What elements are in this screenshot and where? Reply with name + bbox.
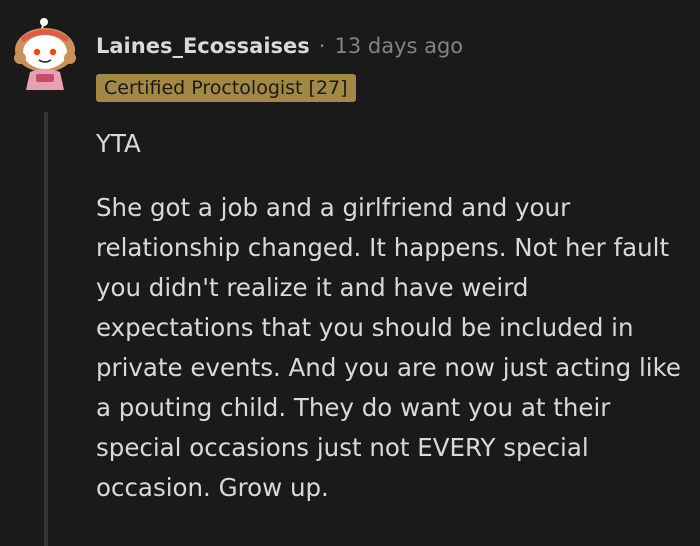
thread-collapse-line[interactable] (44, 112, 48, 546)
snoo-avatar-icon[interactable] (12, 14, 82, 92)
comment-paragraph: She got a job and a girlfriend and your … (96, 193, 681, 502)
comment-timestamp[interactable]: 13 days ago (334, 32, 463, 60)
comment: Laines_Ecossaises · 13 days ago Certifie… (0, 0, 700, 546)
comment-body: YTA She got a job and a girlfriend and y… (96, 124, 686, 532)
user-flair: Certified Proctologist [27] (96, 74, 356, 102)
header-separator: · (318, 34, 326, 58)
author-username[interactable]: Laines_Ecossaises (96, 32, 310, 60)
comment-header: Laines_Ecossaises · 13 days ago (96, 32, 463, 60)
comment-verdict: YTA (96, 129, 141, 158)
